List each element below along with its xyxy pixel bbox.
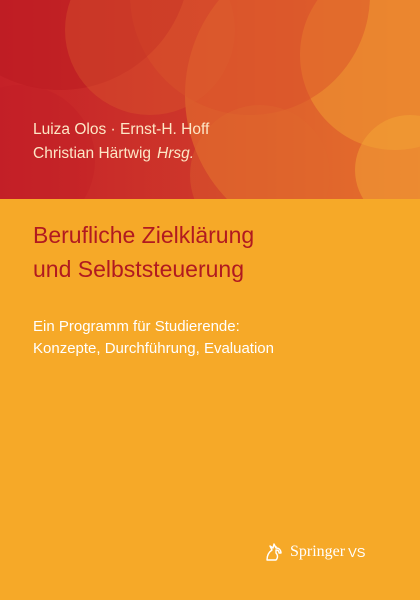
publisher-logo: Springer VS <box>262 540 365 564</box>
subtitle-line-2: Konzepte, Durchführung, Evaluation <box>33 340 274 357</box>
springer-horse-icon <box>266 543 282 561</box>
author-name: Christian Härtwig <box>33 145 152 162</box>
book-cover: Luiza Olos · Ernst-H. Hoff Christian Här… <box>0 0 420 600</box>
book-subtitle: Ein Programm für Studierende: Konzepte, … <box>33 316 274 360</box>
title-line-1: Berufliche Zielklärung <box>33 222 255 248</box>
title-line-2: und Selbststeuerung <box>33 256 244 282</box>
subtitle-line-1: Ein Programm für Studierende: <box>33 318 240 335</box>
publisher-name: Springer <box>290 543 346 560</box>
editor-role-label: Hrsg. <box>157 145 195 162</box>
publisher-imprint: VS <box>348 544 366 560</box>
authors-line-2: Christian Härtwig Hrsg. <box>33 142 209 166</box>
decorative-header-band <box>0 0 420 199</box>
author-editors: Luiza Olos · Ernst-H. Hoff Christian Här… <box>33 118 209 166</box>
authors-line-1: Luiza Olos · Ernst-H. Hoff <box>33 121 210 138</box>
book-title: Berufliche Zielklärung und Selbststeueru… <box>33 218 254 286</box>
decorative-circles-graphic <box>0 0 420 199</box>
